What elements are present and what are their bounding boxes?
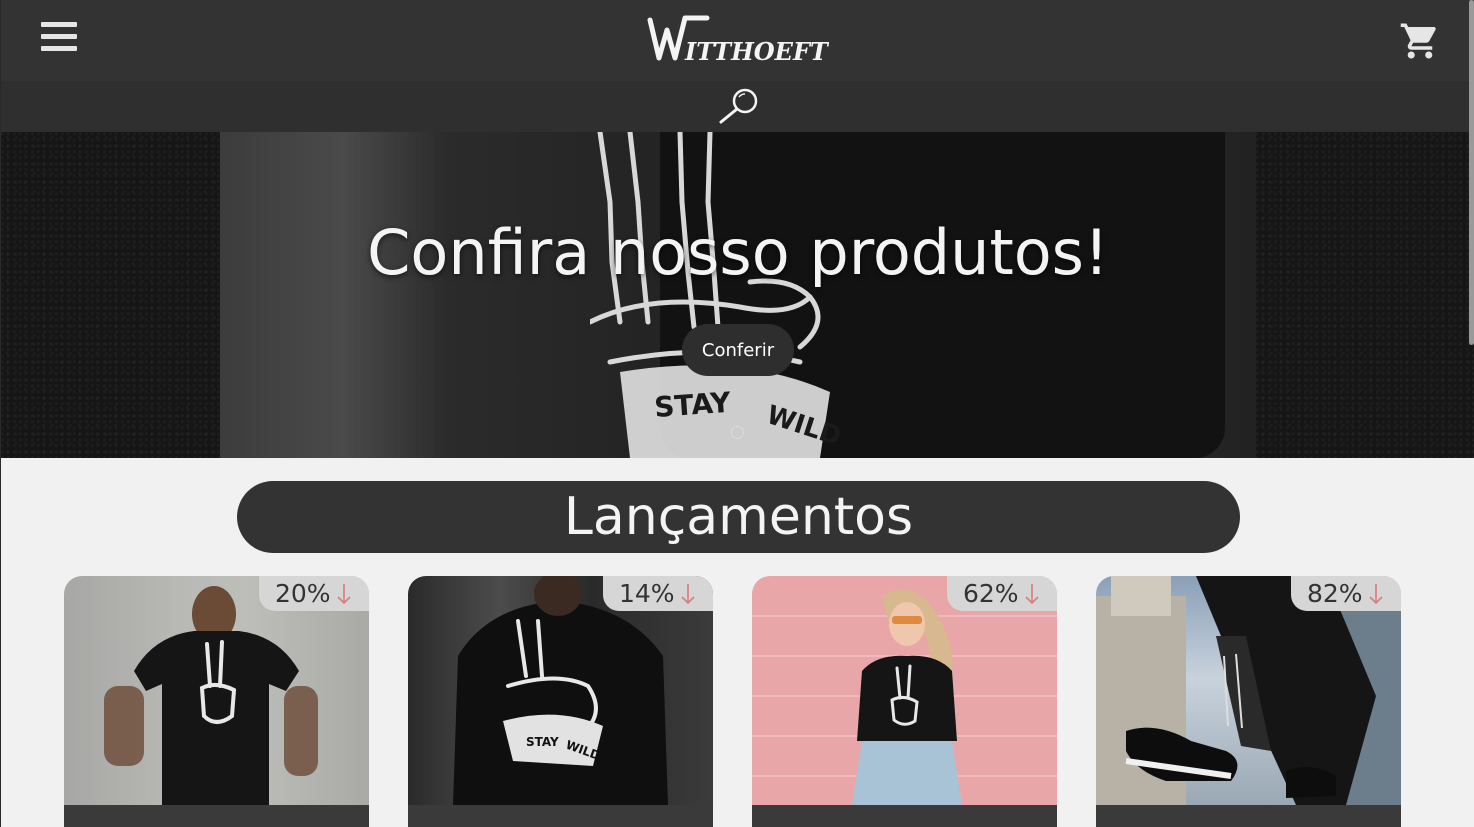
arrow-down-icon (1025, 583, 1039, 604)
arrow-down-icon (681, 583, 695, 604)
arrow-down-icon (337, 583, 351, 604)
arrow-down-icon (1369, 583, 1383, 604)
product-card[interactable]: 82% (1096, 576, 1401, 827)
product-card-footer (64, 805, 369, 827)
page-scrollbar[interactable] (1469, 0, 1474, 345)
discount-badge: 62% (947, 576, 1057, 611)
magnifying-glass-icon[interactable] (716, 86, 762, 128)
hero-title: Confira nosso produtos! (367, 216, 1109, 289)
product-card-footer (752, 805, 1057, 827)
brand-logo[interactable]: ITTHOEFT (647, 14, 830, 66)
svg-text:ITTHOEFT: ITTHOEFT (684, 37, 829, 66)
carousel-indicator-dot[interactable] (731, 426, 744, 439)
product-card[interactable]: STAY WILD 14% (408, 576, 713, 827)
hero-carousel: STAY WILD (1, 132, 1474, 458)
discount-value: 20% (275, 579, 331, 608)
product-card-footer (408, 805, 713, 827)
hamburger-menu-icon[interactable] (41, 22, 77, 58)
skeleton-hand-graphic: STAY WILD (590, 132, 845, 458)
discount-badge: 20% (259, 576, 369, 611)
product-card[interactable]: 20% (64, 576, 369, 827)
discount-badge: 14% (603, 576, 713, 611)
logo-mark: ITTHOEFT (647, 15, 830, 66)
conferir-button[interactable]: Conferir (682, 324, 794, 376)
product-card-footer (1096, 805, 1401, 827)
section-title-launches: Lançamentos (237, 481, 1240, 553)
hero-image: STAY WILD (220, 132, 1256, 458)
discount-value: 14% (619, 579, 675, 608)
discount-badge: 82% (1291, 576, 1401, 611)
hero-texture-right (1256, 132, 1474, 458)
svg-text:STAY: STAY (653, 386, 732, 424)
hero-texture-left (1, 132, 220, 458)
discount-value: 62% (963, 579, 1019, 608)
top-navbar: ITTHOEFT (1, 0, 1474, 81)
svg-text:STAY: STAY (526, 735, 559, 749)
page: ITTHOEFT STAY WILD Confira nosso produto… (0, 0, 1474, 827)
shopping-cart-icon[interactable] (1399, 20, 1441, 62)
discount-value: 82% (1307, 579, 1363, 608)
product-card[interactable]: 62% (752, 576, 1057, 827)
